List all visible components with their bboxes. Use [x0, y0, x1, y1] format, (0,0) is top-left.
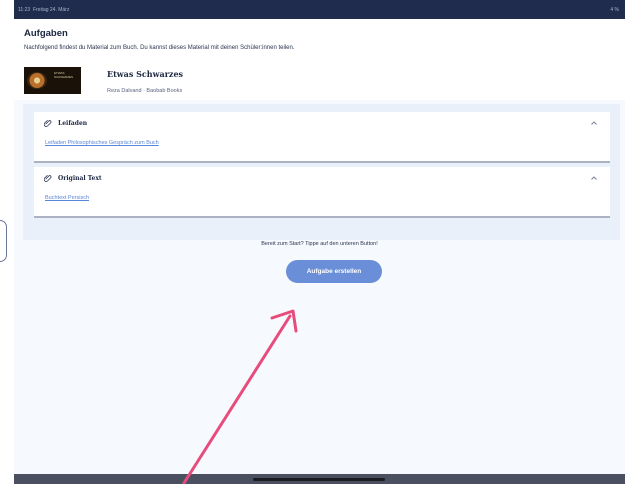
material-link[interactable]: Leifaden Philosophisches Gespräch zum Bu…	[45, 140, 159, 146]
cover-title: ETWAS SCHWARZES	[54, 71, 74, 79]
status-time: 11:23 Freitag 24. März	[18, 6, 70, 13]
create-task-button[interactable]: Aufgabe erstellen	[286, 260, 382, 283]
side-handle	[0, 220, 7, 262]
page-title: Aufgaben	[24, 28, 68, 39]
page-header: Aufgaben Nachfolgend findest du Material…	[14, 19, 625, 100]
cover-eye-image	[27, 72, 47, 89]
materials-panel: Leifaden Leifaden Philosophisches Gesprä…	[23, 104, 620, 240]
status-bar: 11:23 Freitag 24. März 4 %	[14, 0, 625, 19]
start-prompt: Bereit zum Start? Tippe auf den unteren …	[261, 241, 378, 247]
book-cover: ETWAS SCHWARZES	[24, 67, 81, 94]
battery-indicator: 4 %	[610, 6, 619, 13]
page-subtitle: Nachfolgend findest du Material zum Buch…	[24, 45, 295, 51]
chevron-up-icon[interactable]	[590, 120, 598, 126]
material-label: Original Text	[58, 175, 102, 182]
paperclip-icon	[44, 174, 52, 182]
material-link[interactable]: Buchtext Persisch	[45, 195, 89, 201]
home-indicator	[253, 478, 385, 481]
book-meta: Reza Dalvand · Baobab Books	[107, 88, 183, 94]
app-screen: Aufgaben Nachfolgend findest du Material…	[14, 19, 625, 474]
book-title: Etwas Schwarzes	[107, 69, 184, 79]
paperclip-icon	[44, 119, 52, 127]
material-card-leifaden[interactable]: Leifaden Leifaden Philosophisches Gesprä…	[34, 112, 610, 163]
chevron-up-icon[interactable]	[590, 175, 598, 181]
material-card-original-text[interactable]: Original Text Buchtext Persisch	[34, 167, 610, 218]
material-label: Leifaden	[58, 120, 88, 127]
